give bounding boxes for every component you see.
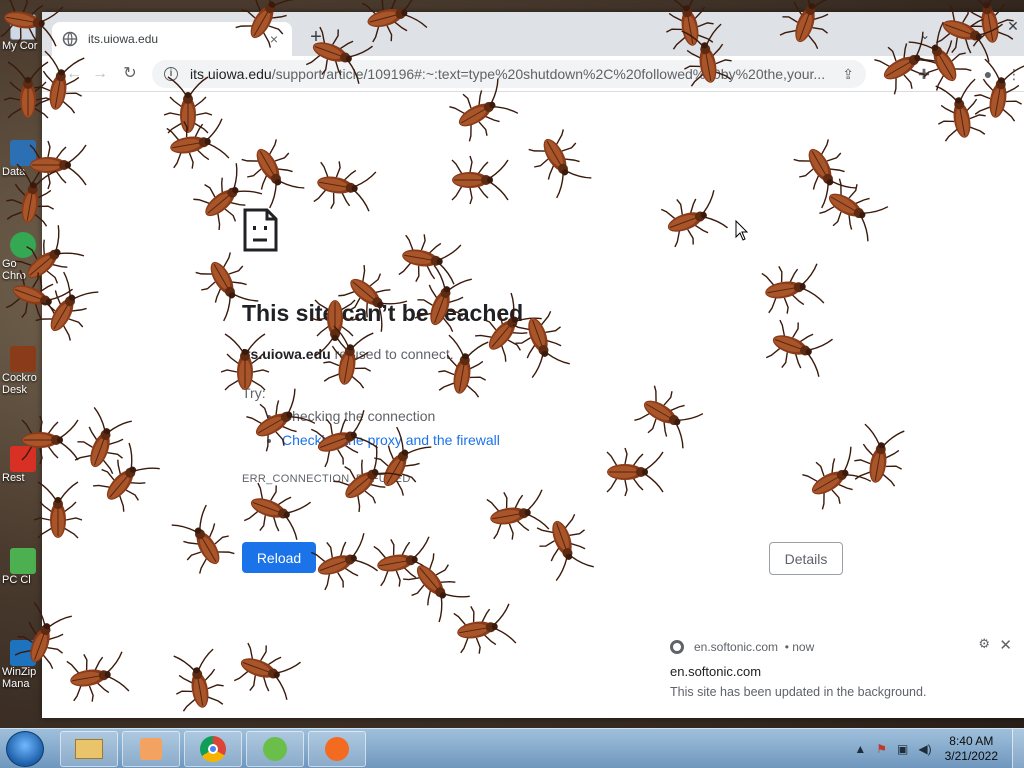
desktop-icon-chrome[interactable]: Go Chro bbox=[0, 232, 42, 282]
folder-icon bbox=[75, 739, 103, 759]
system-tray: ▲ ⚑ ▣ ◀) 8:40 AM 3/21/2022 bbox=[849, 729, 1024, 768]
desktop-icon-label: My Cor bbox=[2, 40, 38, 52]
error-page: This site can’t be reached its.uiowa.edu… bbox=[42, 92, 1024, 718]
suggestion-text: Checking the connection bbox=[282, 408, 436, 424]
taskbar-avast[interactable] bbox=[308, 731, 366, 767]
reload-button[interactable]: Reload bbox=[242, 542, 316, 573]
try-label: Try: bbox=[242, 385, 266, 401]
site-info-icon[interactable]: i bbox=[164, 67, 178, 81]
tray-expand-icon[interactable]: ▲ bbox=[854, 742, 866, 756]
clock-time: 8:40 AM bbox=[949, 734, 994, 748]
notification-body: This site has been updated in the backgr… bbox=[670, 685, 927, 699]
globe-icon bbox=[62, 31, 78, 47]
address-bar[interactable]: i its.uiowa.edu/support/article/109196#:… bbox=[152, 60, 866, 88]
desktop-icon-my-computer[interactable]: My Cor bbox=[0, 14, 42, 52]
back-button[interactable]: ← bbox=[62, 62, 86, 86]
taskbar-chrome[interactable] bbox=[184, 731, 242, 767]
show-desktop-button[interactable] bbox=[1012, 729, 1024, 768]
close-icon[interactable]: ✕ bbox=[999, 636, 1012, 654]
desktop-icon-label: Go Chro bbox=[2, 258, 26, 282]
proxy-firewall-link[interactable]: Checking the proxy and the firewall bbox=[282, 432, 500, 448]
browser-toolbar: ← → ↻ i its.uiowa.edu/support/article/10… bbox=[42, 56, 1024, 92]
error-code: ERR_CONNECTION_REFUSED bbox=[242, 473, 411, 485]
reload-icon[interactable]: ↻ bbox=[118, 62, 142, 86]
chrome-icon bbox=[200, 736, 226, 762]
share-icon[interactable]: ⇪ bbox=[832, 66, 854, 83]
menu-icon[interactable]: ⋮ bbox=[1004, 64, 1024, 84]
address-path: /support/article/109196#:~:text=type%20s… bbox=[271, 66, 826, 82]
desktop-icon-restore[interactable]: Rest bbox=[0, 446, 42, 484]
desktop-icon-label: Cockro Desk bbox=[2, 372, 37, 396]
desktop-icon-label: Data bbox=[2, 166, 26, 178]
address-host: its.uiowa.edu bbox=[190, 66, 272, 82]
desktop-icon-pc-cleaner[interactable]: PC Cl bbox=[0, 548, 42, 586]
action-center-flag-icon[interactable]: ⚑ bbox=[876, 742, 887, 756]
desktop-icon-cockroach[interactable]: Cockro Desk bbox=[0, 346, 42, 396]
desktop-icon-label: PC Cl bbox=[2, 574, 31, 586]
desktop-icon-label: Rest bbox=[2, 472, 25, 484]
media-player-icon bbox=[140, 738, 162, 760]
mouse-cursor-icon bbox=[735, 220, 749, 241]
extensions-icon[interactable]: ✚ bbox=[914, 64, 934, 84]
forward-button[interactable]: → bbox=[88, 62, 112, 86]
notification-popup[interactable]: en.softonic.com • now ⚙ ✕ en.softonic.co… bbox=[656, 632, 1020, 716]
taskbar-explorer[interactable] bbox=[60, 731, 118, 767]
profile-icon[interactable]: ● bbox=[978, 64, 998, 84]
start-button[interactable] bbox=[6, 731, 44, 767]
error-host: its.uiowa.edu bbox=[242, 346, 331, 362]
clock[interactable]: 8:40 AM 3/21/2022 bbox=[945, 734, 998, 764]
taskbar: ▲ ⚑ ▣ ◀) 8:40 AM 3/21/2022 bbox=[0, 728, 1024, 768]
network-icon[interactable]: ▣ bbox=[897, 742, 908, 756]
suggestion-item[interactable]: Checking the proxy and the firewall bbox=[282, 432, 500, 448]
suggestion-list: Checking the connection Checking the pro… bbox=[282, 408, 500, 456]
notification-source-row: en.softonic.com • now bbox=[670, 640, 814, 654]
notification-time: • now bbox=[784, 640, 815, 654]
clock-date: 3/21/2022 bbox=[944, 749, 998, 763]
window-close-icon[interactable]: ✕ bbox=[1002, 18, 1024, 36]
error-description: its.uiowa.edu refused to connect. bbox=[242, 346, 454, 362]
new-tab-button[interactable]: + bbox=[304, 26, 328, 50]
taskbar-media-player[interactable] bbox=[122, 731, 180, 767]
suggestion-item: Checking the connection bbox=[282, 408, 500, 424]
tab-search-chevron-icon[interactable]: ⌄ bbox=[916, 28, 934, 46]
tab-its-uiowa[interactable]: its.uiowa.edu × bbox=[52, 22, 292, 56]
tab-title: its.uiowa.edu bbox=[88, 32, 159, 46]
avast-icon bbox=[325, 737, 349, 761]
taskbar-pc-cleaner[interactable] bbox=[246, 731, 304, 767]
details-button[interactable]: Details bbox=[769, 542, 843, 575]
notification-source: en.softonic.com bbox=[694, 640, 779, 654]
pc-cleaner-icon bbox=[263, 737, 287, 761]
sad-page-icon bbox=[243, 208, 278, 252]
gear-icon[interactable]: ⚙ bbox=[978, 636, 990, 652]
volume-icon[interactable]: ◀) bbox=[918, 742, 931, 756]
desktop-icon-data[interactable]: Data bbox=[0, 140, 42, 178]
chrome-icon bbox=[670, 640, 684, 654]
tab-strip: its.uiowa.edu × + ⌄ ✕ bbox=[42, 12, 1024, 56]
desktop-icon-label: WinZip Mana bbox=[2, 666, 37, 690]
notification-title: en.softonic.com bbox=[670, 664, 762, 679]
error-description-rest: refused to connect. bbox=[330, 346, 454, 362]
desktop-icon-winzip[interactable]: WinZip Mana bbox=[0, 640, 42, 690]
tab-close-icon[interactable]: × bbox=[266, 31, 282, 47]
error-title: This site can’t be reached bbox=[242, 300, 524, 326]
browser-window: its.uiowa.edu × + ⌄ ✕ ← → ↻ i its.uiowa.… bbox=[42, 12, 1024, 718]
